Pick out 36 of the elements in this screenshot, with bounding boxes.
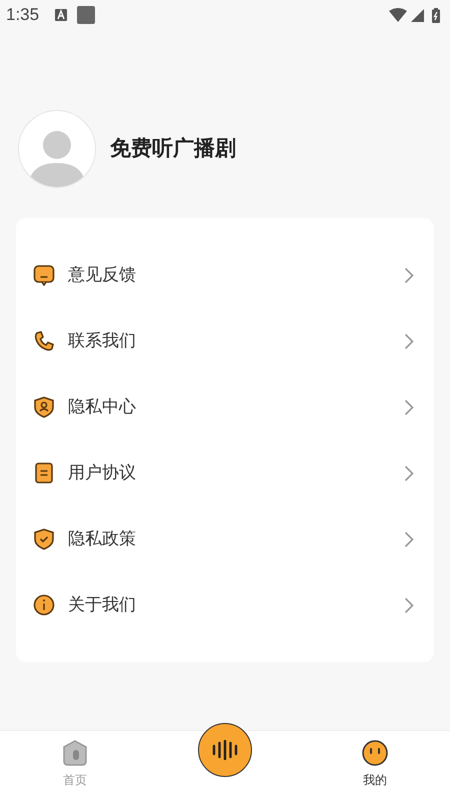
home-icon	[61, 739, 89, 767]
battery-icon	[432, 8, 440, 22]
chevron-right-icon	[404, 464, 414, 482]
chevron-right-icon	[404, 332, 414, 350]
phone-icon	[33, 330, 55, 352]
shield-check-icon	[33, 528, 55, 550]
status-time: 1:35	[6, 4, 40, 26]
wifi-icon	[389, 8, 407, 22]
info-icon	[33, 594, 55, 616]
profile-name: 免费听广播剧	[110, 136, 236, 162]
sound-wave-icon	[212, 740, 238, 760]
menu-label: 意见反馈	[68, 264, 137, 286]
menu-item[interactable]: 意见反馈	[16, 242, 434, 308]
document-icon	[33, 462, 55, 484]
chevron-right-icon	[404, 266, 414, 284]
signal-icon	[411, 8, 424, 22]
chat-bubble-icon	[33, 264, 55, 286]
menu-label: 用户协议	[68, 462, 137, 484]
keyboard-icon	[55, 9, 68, 21]
chevron-right-icon	[404, 530, 414, 548]
notification-icon	[77, 6, 96, 24]
menu-item[interactable]: 关于我们	[16, 572, 434, 638]
menu-item[interactable]: 联系我们	[16, 308, 434, 374]
menu-label: 隐私政策	[68, 528, 137, 550]
menu-item[interactable]: 隐私中心	[16, 374, 434, 440]
shield-user-icon	[33, 396, 55, 418]
menu-item[interactable]: 隐私政策	[16, 506, 434, 572]
chevron-right-icon	[404, 398, 414, 416]
menu-label: 隐私中心	[68, 396, 137, 418]
play-button[interactable]	[198, 723, 252, 777]
menu-label: 关于我们	[68, 594, 137, 616]
menu-item[interactable]: 用户协议	[16, 440, 434, 506]
menu-label: 联系我们	[68, 330, 137, 352]
chevron-right-icon	[404, 596, 414, 614]
tab-item[interactable]: 我的	[361, 731, 389, 789]
smiley-icon	[361, 739, 389, 767]
